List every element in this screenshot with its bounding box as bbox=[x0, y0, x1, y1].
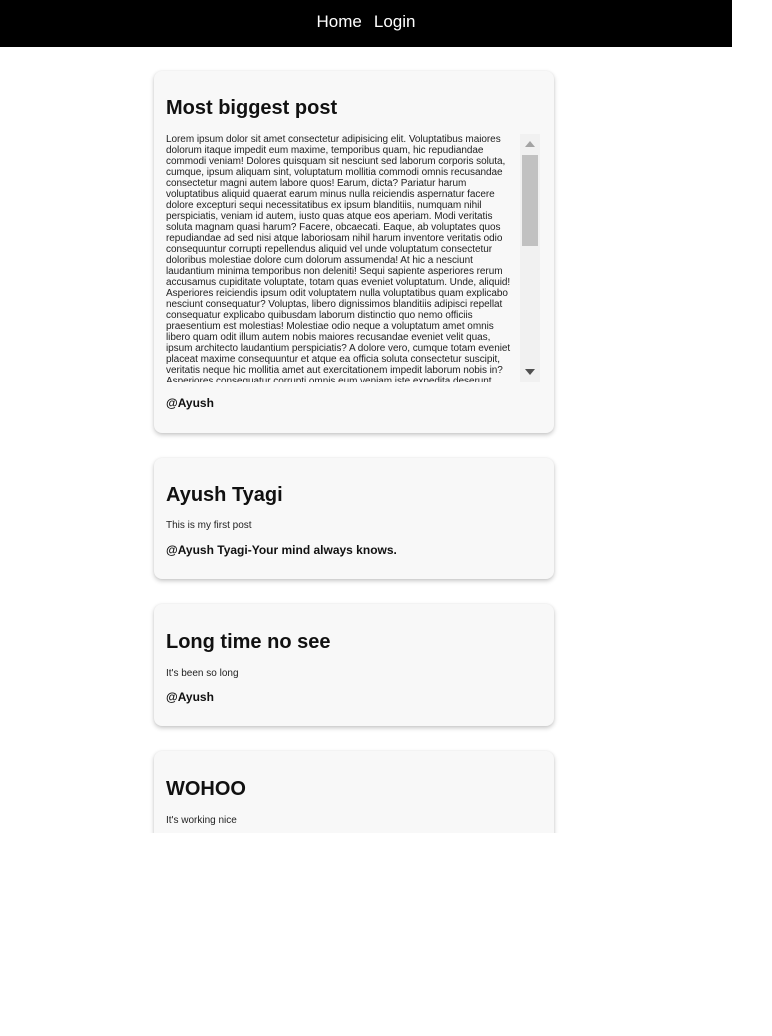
post-title: Ayush Tyagi bbox=[166, 484, 283, 506]
post-author: @Ayush bbox=[166, 396, 214, 410]
post-author: @Ayush Tyagi-Your mind always knows. bbox=[166, 543, 397, 557]
posts-feed[interactable]: Most biggest post Lorem ipsum dolor sit … bbox=[0, 47, 732, 833]
post-title: WOHOO bbox=[166, 778, 246, 800]
post-card: Most biggest post Lorem ipsum dolor sit … bbox=[154, 71, 554, 433]
post-title: Long time no see bbox=[166, 631, 331, 653]
scroll-up-button[interactable] bbox=[520, 134, 540, 154]
post-card: WOHOO It's working nice bbox=[154, 751, 554, 833]
post-author: @Ayush bbox=[166, 690, 214, 704]
post-body: It's working nice bbox=[166, 815, 237, 826]
nav-home-link[interactable]: Home bbox=[317, 12, 362, 32]
post-body: It's been so long bbox=[166, 668, 239, 679]
post-title: Most biggest post bbox=[166, 97, 338, 119]
chevron-up-icon bbox=[525, 141, 535, 147]
post-body: This is my first post bbox=[166, 520, 252, 531]
top-navbar: Home Login bbox=[0, 0, 732, 47]
nav-login-link[interactable]: Login bbox=[374, 12, 416, 32]
scroll-down-button[interactable] bbox=[520, 362, 540, 382]
post-body-scrollbar[interactable] bbox=[520, 134, 540, 382]
nav-links: Home Login bbox=[317, 12, 416, 32]
post-body: Lorem ipsum dolor sit amet consectetur a… bbox=[166, 134, 511, 382]
scroll-thumb[interactable] bbox=[522, 155, 538, 246]
chevron-down-icon bbox=[525, 369, 535, 375]
post-card: Ayush Tyagi This is my first post @Ayush… bbox=[154, 458, 554, 579]
post-card: Long time no see It's been so long @Ayus… bbox=[154, 604, 554, 726]
